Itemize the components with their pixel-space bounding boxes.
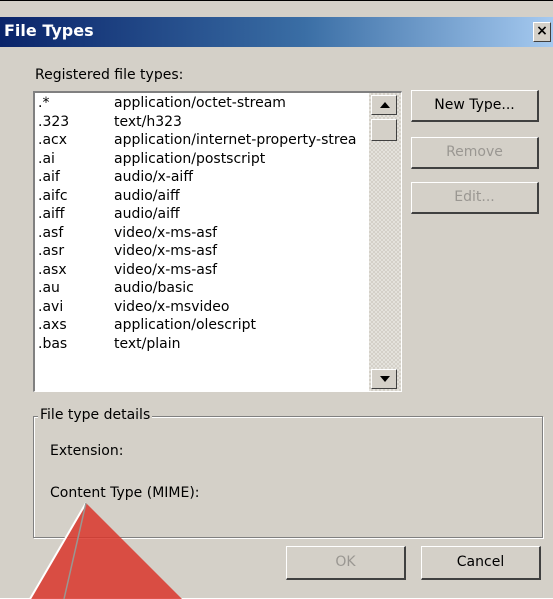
list-item[interactable]: .aiff audio/aiff — [35, 206, 369, 225]
file-extension: .aiff — [38, 206, 65, 222]
registered-file-types-label: Registered file types: — [35, 67, 184, 83]
file-types-dialog: File Types × Registered file types: .* ap… — [0, 0, 553, 599]
new-type-button[interactable]: New Type... — [411, 90, 539, 122]
file-extension: .axs — [38, 317, 67, 333]
arrow-down-icon — [380, 376, 390, 382]
file-extension: .acx — [38, 132, 68, 148]
list-item[interactable]: .asr video/x-ms-asf — [35, 243, 369, 262]
mime-type: audio/basic — [114, 280, 194, 296]
file-type-details-group: File type details Extension: Content Typ… — [33, 407, 543, 538]
edit-button[interactable]: Edit... — [411, 182, 539, 214]
file-extension: .avi — [38, 298, 64, 315]
mime-type: video/x-msvideo — [114, 298, 230, 315]
file-extension: .asf — [38, 224, 64, 241]
list-item[interactable]: .asx video/x-ms-asf — [35, 262, 369, 281]
vertical-scrollbar[interactable] — [369, 93, 401, 391]
file-type-details-caption: File type details — [38, 407, 153, 423]
file-extension: .asx — [38, 261, 67, 278]
mime-type: video/x-ms-asf — [114, 261, 218, 278]
file-extension: .* — [38, 95, 50, 111]
file-extension: .asr — [38, 243, 65, 259]
file-extension: .ai — [38, 150, 55, 167]
arrow-up-icon — [380, 102, 390, 108]
file-extension: .323 — [38, 113, 70, 130]
file-extension: .aifc — [38, 187, 68, 204]
mime-type: audio/aiff — [114, 187, 180, 204]
content-type-label: Content Type (MIME): — [50, 485, 200, 501]
close-button[interactable]: × — [533, 22, 551, 42]
mime-type: video/x-ms-asf — [114, 243, 218, 259]
list-item[interactable]: .bas text/plain — [35, 336, 369, 355]
file-extension: .aif — [38, 169, 60, 185]
list-item[interactable]: .au audio/basic — [35, 280, 369, 299]
mime-type: application/postscript — [114, 150, 266, 167]
list-item[interactable]: .acx application/internet-property-strea — [35, 132, 369, 151]
cancel-button[interactable]: Cancel — [421, 546, 541, 580]
list-item[interactable]: .ai application/postscript — [35, 151, 369, 170]
close-icon: × — [536, 23, 548, 39]
mime-type: audio/aiff — [114, 206, 180, 222]
list-item[interactable]: .avi video/x-msvideo — [35, 299, 369, 318]
scroll-up-button[interactable] — [371, 95, 397, 115]
remove-button[interactable]: Remove — [411, 137, 539, 169]
title-bar[interactable]: File Types × — [0, 17, 553, 47]
mime-type: application/octet-stream — [114, 95, 286, 111]
file-extension: .au — [38, 280, 60, 296]
mime-type: text/h323 — [114, 113, 182, 130]
list-item[interactable]: .aifc audio/aiff — [35, 188, 369, 207]
list-item[interactable]: .323 text/h323 — [35, 114, 369, 133]
mime-type: application/olescript — [114, 317, 257, 333]
mime-type: text/plain — [114, 335, 181, 352]
mime-type: application/internet-property-strea — [114, 132, 357, 148]
list-item[interactable]: .asf video/x-ms-asf — [35, 225, 369, 244]
mime-type: audio/x-aiff — [114, 169, 193, 185]
extension-label: Extension: — [50, 443, 124, 459]
list-item[interactable]: .aif audio/x-aiff — [35, 169, 369, 188]
mime-type: video/x-ms-asf — [114, 224, 218, 241]
file-types-rows: .* application/octet-stream .323 text/h323.… — [35, 95, 369, 354]
list-item[interactable]: .axs application/olescript — [35, 317, 369, 336]
list-item[interactable]: .* application/octet-stream — [35, 95, 369, 114]
scroll-thumb[interactable] — [371, 119, 397, 141]
file-extension: .bas — [38, 335, 68, 352]
window-title: File Types — [4, 21, 94, 40]
ok-button[interactable]: OK — [286, 546, 406, 580]
file-types-listbox[interactable]: .* application/octet-stream .323 text/h323.… — [33, 91, 402, 392]
scroll-down-button[interactable] — [371, 369, 397, 389]
